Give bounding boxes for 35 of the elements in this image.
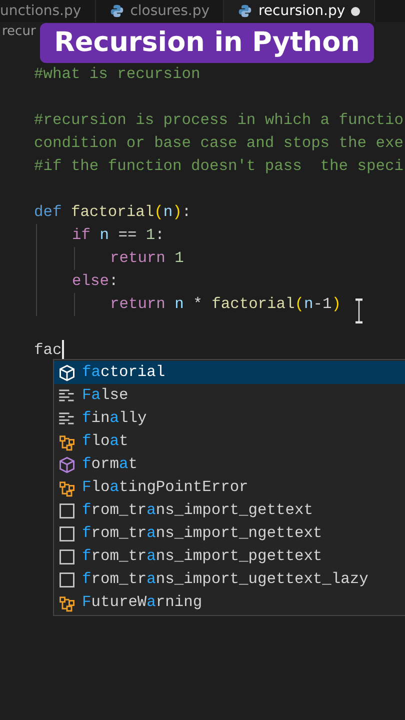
suggestion-item[interactable]: FutureWarning [54, 591, 405, 614]
suggestion-item[interactable]: from_trans_import_ngettext [54, 522, 405, 545]
text-caret [62, 340, 64, 360]
square-icon [58, 502, 76, 520]
square-icon [58, 524, 76, 542]
code-line: #what is recursion [34, 65, 200, 83]
class-icon [58, 594, 76, 612]
code-line: else: [72, 272, 118, 290]
code-line: fac [34, 341, 62, 359]
square-icon [58, 548, 76, 566]
square-icon [58, 570, 76, 588]
class-icon [58, 432, 76, 450]
class-icon [58, 478, 76, 496]
suggestion-item[interactable]: FloatingPointError [54, 476, 405, 499]
breadcrumb[interactable]: recur [2, 22, 36, 42]
code-line: #recursion is process in which a functio [34, 111, 404, 129]
suggestion-item[interactable]: factorial [54, 361, 405, 384]
code-line: return 1 [110, 249, 184, 267]
editor-tab[interactable]: recursion.py [224, 0, 376, 22]
suggestion-item[interactable]: from_trans_import_pgettext [54, 545, 405, 568]
cube-icon [58, 364, 76, 382]
code-line: #if the function doesn't pass the speci [34, 157, 404, 175]
suggestion-item[interactable]: from_trans_import_ugettext_lazy [54, 568, 405, 591]
code-line: def factorial(n): [34, 203, 192, 221]
title-banner: Recursion in Python [40, 23, 374, 63]
suggestion-item[interactable]: False [54, 384, 405, 407]
code-line: condition or base case and stops the exe [34, 134, 404, 152]
suggestion-item[interactable]: from_trans_import_gettext [54, 499, 405, 522]
suggestion-item[interactable]: float [54, 430, 405, 453]
code-line: if n == 1: [72, 226, 164, 244]
suggestion-item[interactable]: finally [54, 407, 405, 430]
editor-tab[interactable]: unctions.py [0, 0, 96, 22]
code-line: return n * factorial(n-1) [110, 295, 341, 313]
suggestion-item[interactable]: format [54, 453, 405, 476]
cube-icon [58, 456, 76, 474]
